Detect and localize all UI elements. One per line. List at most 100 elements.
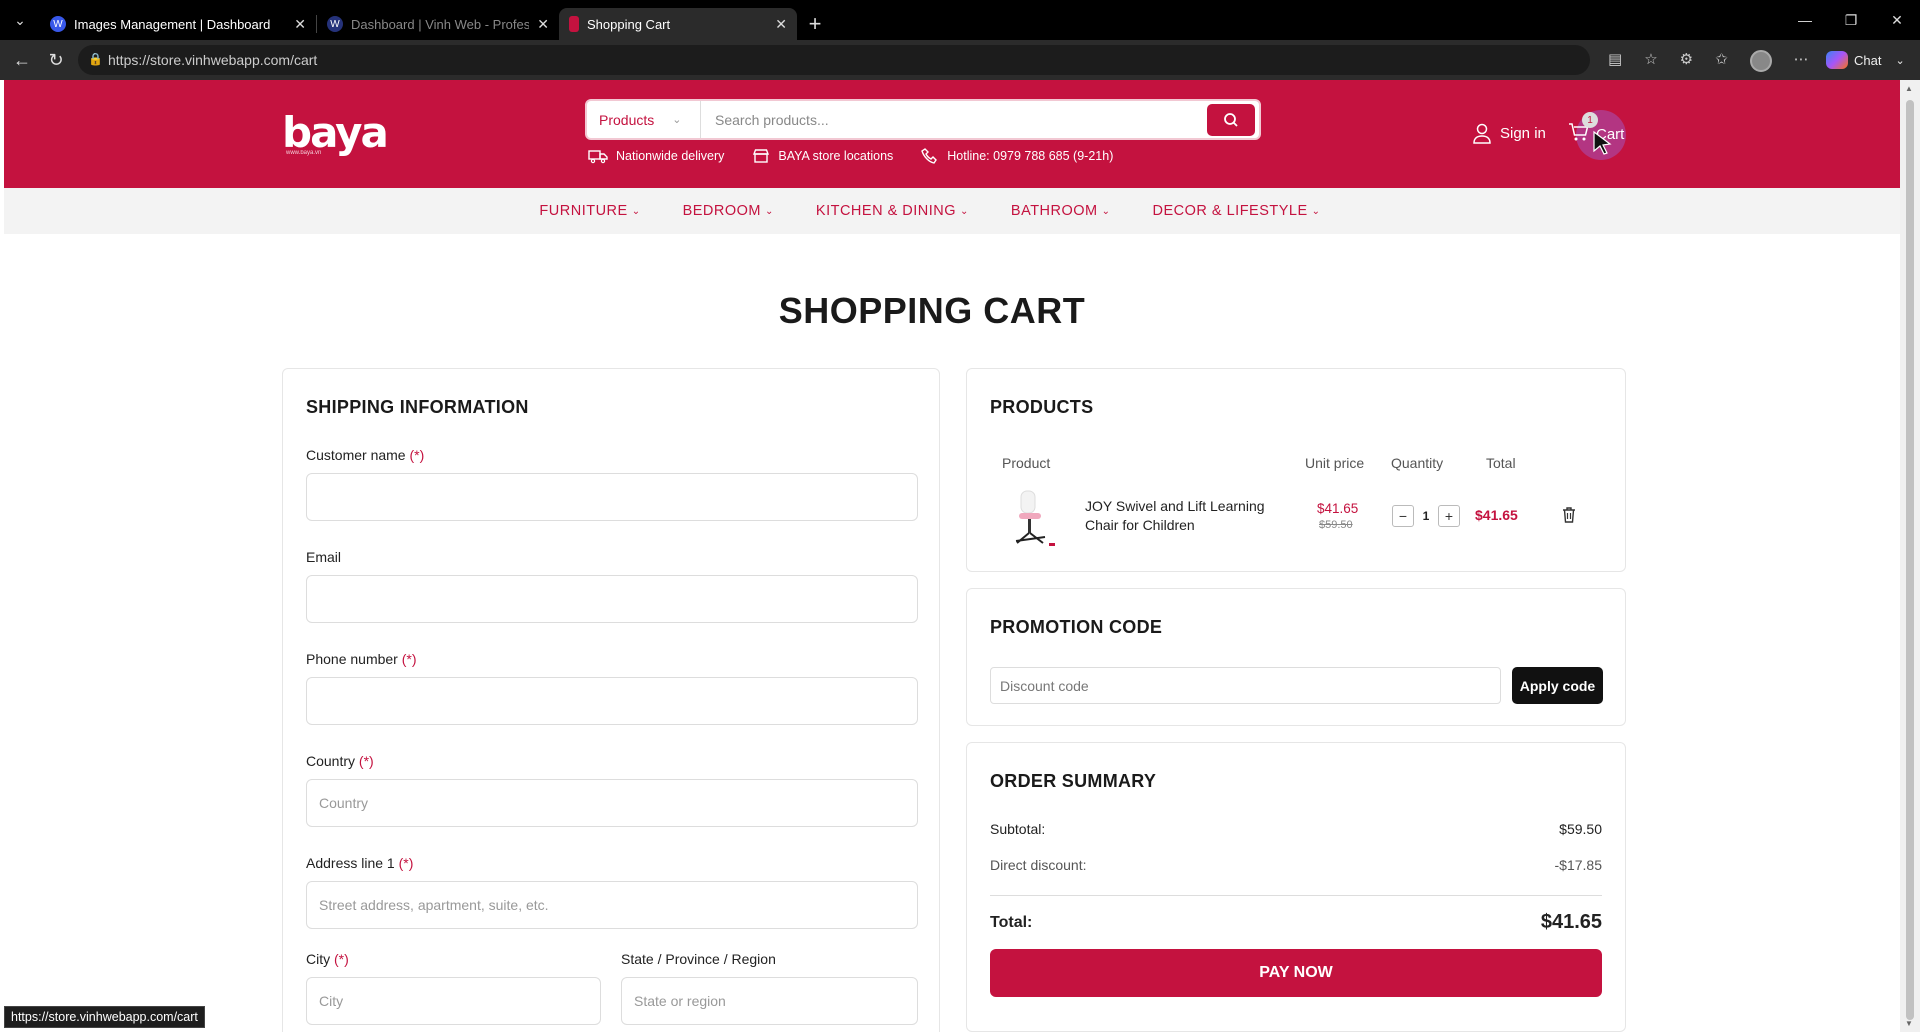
country-input[interactable] [306,779,918,827]
tab-images-management[interactable]: W Images Management | Dashboard ✕ [40,8,316,40]
discount-label: Direct discount: [990,857,1087,873]
required-mark: (*) [334,951,349,967]
trash-icon[interactable] [1562,507,1576,523]
state-input[interactable] [621,977,918,1025]
email-label: Email [306,549,342,565]
phone-icon [921,148,938,164]
search-category-label: Products [599,111,655,128]
quantity-value[interactable]: 1 [1414,509,1438,523]
site-info-icon[interactable]: 🔒 [88,52,103,66]
email-input[interactable] [306,575,918,623]
browser-toolbar-icons: ▤ ☆ ⚙ ✩ ⋯ [1608,50,1809,72]
close-window-icon[interactable]: ✕ [1874,0,1920,40]
label-text: Customer name [306,447,406,463]
sign-in-link[interactable]: Sign in [1472,122,1546,144]
discount-code-input[interactable] [990,667,1501,704]
nav-kitchen-dining[interactable]: KITCHEN & DINING ⌄ [816,203,969,219]
increase-quantity-button[interactable]: + [1438,505,1460,527]
subtotal-row: Subtotal: $59.50 [990,821,1602,837]
tab-shopping-cart[interactable]: Shopping Cart ✕ [559,8,797,40]
discount-value: -$17.85 [1554,857,1602,873]
chevron-down-icon: ⌄ [631,205,641,217]
divider [990,895,1602,896]
customer-name-input[interactable] [306,473,918,521]
product-image[interactable] [1011,489,1057,549]
more-options-icon[interactable]: ⋯ [1794,50,1809,72]
apply-code-button[interactable]: Apply code [1512,667,1603,704]
product-name-link[interactable]: JOY Swivel and Lift Learning Chair for C… [1085,497,1285,535]
label-text: Country [306,753,356,769]
back-arrow-icon[interactable]: ← [6,44,38,76]
tab-actions-menu-icon[interactable]: ⌄ [0,0,40,40]
tab-dashboard[interactable]: W Dashboard | Vinh Web - Professio ✕ [317,8,559,40]
refresh-icon[interactable]: ↻ [40,44,72,76]
nav-bathroom[interactable]: BATHROOM ⌄ [1011,203,1111,219]
chevron-down-icon: ⌄ [765,205,774,217]
nav-bedroom[interactable]: BEDROOM ⌄ [683,203,774,219]
nationwide-delivery-link[interactable]: Nationwide delivery [588,148,724,164]
quantity-stepper: − 1 + [1392,505,1460,527]
logo-tagline: www.baya.vn [286,150,322,156]
scrollbar-thumb[interactable] [1906,100,1914,1020]
url-field[interactable]: 🔒 https://store.vinhwebapp.com/cart [78,45,1590,75]
required-mark: (*) [409,447,425,463]
wordpress-favicon-icon: W [327,16,343,32]
restore-icon[interactable]: ❐ [1828,0,1874,40]
tab-title: Dashboard | Vinh Web - Professio [351,16,530,32]
label-text: Phone number [306,651,398,667]
minimize-icon[interactable]: — [1782,0,1828,40]
page-scrollbar[interactable]: ▲ ▼ [1900,80,1920,1032]
sign-in-label: Sign in [1500,124,1546,142]
nav-furniture[interactable]: FURNITURE ⌄ [539,203,640,219]
new-tab-icon[interactable]: + [797,8,833,40]
browser-tab-bar: ⌄ W Images Management | Dashboard ✕ W Da… [0,0,1920,40]
order-summary-card: ORDER SUMMARY Subtotal: $59.50 Direct di… [966,742,1626,1032]
products-card: PRODUCTS Product Unit price Quantity Tot… [966,368,1626,572]
scroll-down-icon[interactable]: ▼ [1905,1019,1913,1028]
subtotal-label: Subtotal: [990,821,1046,837]
search-input[interactable] [701,101,1207,138]
nav-label: DECOR & LIFESTYLE [1152,203,1308,219]
chevron-down-icon: ⌄ [960,205,969,217]
shipping-information-card: SHIPPING INFORMATION Customer name (*) E… [282,368,940,1032]
nav-decor-lifestyle[interactable]: DECOR & LIFESTYLE ⌄ [1153,203,1321,219]
city-input[interactable] [306,977,601,1025]
close-icon[interactable]: ✕ [775,16,787,33]
column-header-total: Total [1486,455,1516,471]
required-mark: (*) [358,753,374,769]
nav-label: BATHROOM [1010,203,1098,219]
copilot-icon [1826,51,1848,69]
phone-input[interactable] [306,677,918,725]
browser-address-bar: ← ↻ 🔒 https://store.vinhwebapp.com/cart … [0,40,1920,80]
info-label: Nationwide delivery [616,149,725,163]
products-title: PRODUCTS [990,397,1094,417]
search-category-select[interactable]: Products ⌄ [587,101,701,138]
profile-avatar[interactable] [1749,50,1772,72]
store-locations-link[interactable]: BAYA store locations [752,148,893,164]
favorite-star-icon[interactable]: ☆ [1644,50,1657,72]
truck-icon [588,150,608,164]
column-header-product: Product [1002,455,1051,471]
close-icon[interactable]: ✕ [294,16,306,33]
copilot-chat-button[interactable]: Chat ⌄ [1826,48,1905,72]
search-button[interactable] [1207,103,1255,136]
favorites-icon[interactable]: ✩ [1715,50,1728,72]
hotline-link[interactable]: Hotline: 0979 788 685 (9-21h) [921,148,1113,164]
required-mark: (*) [401,651,417,667]
user-icon [1473,123,1491,144]
unit-price: $41.65 [1317,501,1359,516]
decrease-quantity-button[interactable]: − [1392,505,1414,527]
extensions-icon[interactable]: ⚙ [1680,50,1693,72]
total-row: Total: $41.65 [990,911,1602,934]
phone-label: Phone number (*) [306,651,417,667]
address-input[interactable] [306,881,918,929]
line-total: $41.65 [1475,507,1518,523]
close-icon[interactable]: ✕ [537,16,549,33]
header-info-links: Nationwide delivery BAYA store locations… [588,148,1113,164]
nav-label: BEDROOM [682,203,762,219]
scroll-up-icon[interactable]: ▲ [1905,84,1913,93]
chevron-down-icon: ⌄ [1895,54,1905,67]
info-label: Hotline: 0979 788 685 (9-21h) [947,149,1114,163]
reading-mode-icon[interactable]: ▤ [1608,50,1622,72]
pay-now-button[interactable]: PAY NOW [990,949,1602,997]
